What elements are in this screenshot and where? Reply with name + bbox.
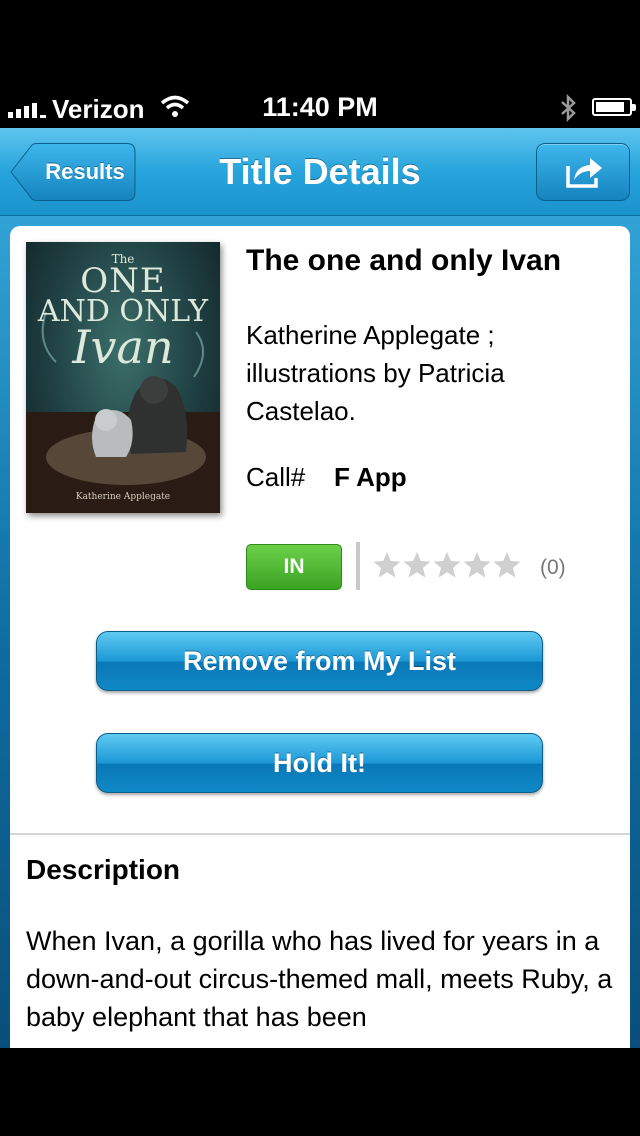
description-heading: Description: [26, 854, 181, 885]
star-icon[interactable]: [462, 550, 492, 580]
cover-title-art: The ONE AND ONLY Ivan: [37, 252, 209, 375]
call-number-value: F App: [334, 462, 407, 492]
call-number-label: Call#: [246, 462, 306, 492]
battery-icon: [592, 98, 636, 116]
book-title: The one and only Ivan: [246, 244, 562, 277]
rating-count: (0): [540, 556, 566, 579]
remove-from-list-button[interactable]: Remove from My List: [96, 631, 543, 691]
availability-badge: IN: [246, 544, 342, 590]
bottom-bar: [0, 1048, 640, 1136]
vertical-divider: [356, 542, 360, 590]
book-author: Katherine Applegate ; illustrations by P…: [246, 320, 505, 426]
status-bar: Verizon 11:40 PM: [0, 0, 640, 128]
star-icon[interactable]: [402, 550, 432, 580]
navigation-bar: Results Title Details: [0, 128, 640, 216]
rating-stars[interactable]: [372, 550, 522, 584]
book-cover-image: The ONE AND ONLY Ivan Katherine Applegat…: [26, 242, 220, 513]
star-icon[interactable]: [372, 550, 402, 580]
cover-author-text: Katherine Applegate: [75, 492, 171, 502]
page-title: Title Details: [219, 151, 421, 192]
description-text: When Ivan, a gorilla who has lived for y…: [26, 926, 613, 1032]
status-time: 11:40 PM: [262, 92, 378, 122]
section-divider: [10, 833, 630, 835]
back-button[interactable]: Results: [10, 143, 136, 201]
share-button[interactable]: [536, 143, 630, 201]
bluetooth-icon: [561, 94, 576, 122]
hold-it-button[interactable]: Hold It!: [96, 733, 543, 793]
share-icon: [566, 158, 602, 188]
back-button-label: Results: [45, 159, 125, 184]
app-screen: Results Title Details The ONE AND ONLY I…: [0, 128, 640, 1048]
title-details-card: The ONE AND ONLY Ivan Katherine Applegat…: [10, 226, 630, 1048]
star-icon[interactable]: [492, 550, 522, 580]
star-icon[interactable]: [432, 550, 462, 580]
